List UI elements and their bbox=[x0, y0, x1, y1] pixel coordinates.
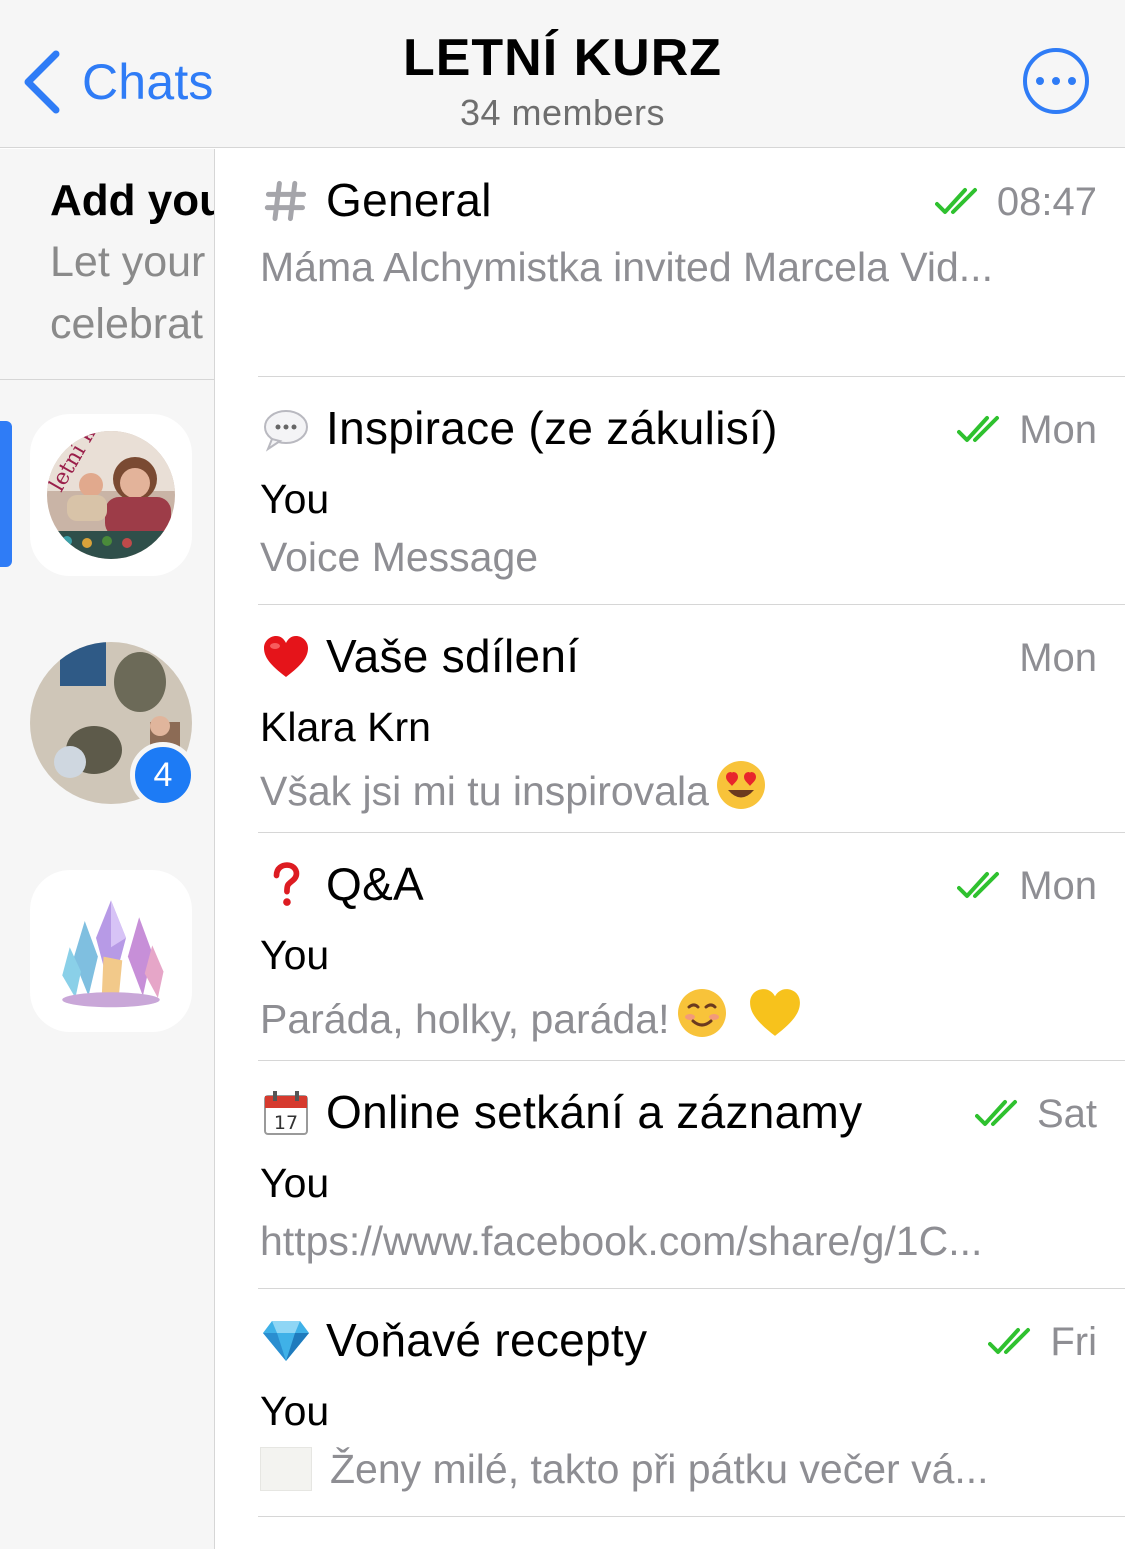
promo-banner[interactable]: Add your Let your celebrat bbox=[50, 173, 214, 353]
message-preview: Ženy milé, takto při pátku večer vá... bbox=[330, 1446, 989, 1492]
message-preview: Máma Alchymistka invited Marcela Vid... bbox=[260, 244, 993, 290]
groups-sidebar: Add your Let your celebrat letní kurz bbox=[0, 149, 215, 1549]
channel-row-online-setkani[interactable]: 17 Online setkání a záznamy Sat You http… bbox=[216, 1061, 1125, 1289]
channel-name: General bbox=[326, 174, 492, 226]
channel-row-vase-sdileni[interactable]: Vaše sdílení Mon Klara Krn Však jsi mi t… bbox=[216, 605, 1125, 833]
title-block[interactable]: LETNÍ KURZ 34 members bbox=[0, 28, 1125, 134]
read-checkmarks-icon bbox=[957, 870, 1005, 902]
heart-eyes-emoji-icon bbox=[715, 759, 767, 823]
channel-meta: Mon bbox=[957, 861, 1097, 911]
message-preview: Paráda, holky, paráda! bbox=[260, 996, 670, 1042]
question-mark-icon bbox=[260, 859, 312, 911]
channel-meta: Mon bbox=[1019, 633, 1097, 683]
channel-row-inspirace[interactable]: Inspirace (ze zákulisí) Mon You Voice Me… bbox=[216, 377, 1125, 605]
hash-icon bbox=[260, 175, 312, 227]
channel-name: Online setkání a záznamy bbox=[326, 1086, 863, 1138]
read-checkmarks-icon bbox=[957, 414, 1005, 446]
read-checkmarks-icon bbox=[934, 186, 983, 218]
page-title: LETNÍ KURZ bbox=[402, 29, 723, 87]
message-preview-line: Paráda, holky, paráda! bbox=[260, 987, 802, 1051]
ellipsis-dot bbox=[1036, 77, 1044, 85]
timestamp: 08:47 bbox=[996, 180, 1097, 224]
avatar: letní kurz bbox=[47, 431, 175, 559]
message-sender: You bbox=[260, 1160, 330, 1206]
channel-row-general[interactable]: General 08:47 Máma Alchymistka invited M… bbox=[216, 149, 1125, 377]
message-preview-line: Ženy milé, takto při pátku večer vá... bbox=[260, 1443, 989, 1495]
promo-line: celebrat bbox=[50, 300, 203, 348]
message-preview: Však jsi mi tu inspirovala bbox=[260, 768, 709, 814]
message-preview-line: Však jsi mi tu inspirovala bbox=[260, 759, 767, 823]
message-sender: You bbox=[260, 476, 330, 522]
unread-badge: 4 bbox=[130, 742, 196, 808]
message-sender: Klara Krn bbox=[260, 704, 431, 750]
group-photo-image: letní kurz bbox=[47, 431, 175, 559]
channel-row-vonave-recepty[interactable]: Voňavé recepty Fri You Ženy milé, takto … bbox=[216, 1289, 1125, 1517]
channel-name: Voňavé recepty bbox=[326, 1314, 648, 1366]
promo-title: Add your bbox=[50, 176, 214, 225]
timestamp: Mon bbox=[1019, 636, 1097, 680]
member-count: 34 members bbox=[459, 92, 666, 133]
read-checkmarks-icon bbox=[974, 1098, 1023, 1130]
nav-header: Chats LETNÍ KURZ 34 members bbox=[0, 0, 1125, 148]
active-group-indicator bbox=[0, 421, 12, 567]
gem-icon bbox=[260, 1315, 312, 1367]
svg-text:17: 17 bbox=[274, 1112, 298, 1134]
channel-meta: Mon bbox=[957, 405, 1097, 455]
group-avatar-crystals[interactable] bbox=[30, 870, 192, 1032]
divider bbox=[258, 1516, 1125, 1517]
message-sender: You bbox=[260, 1388, 330, 1434]
ellipsis-dot bbox=[1068, 77, 1076, 85]
message-sender: You bbox=[260, 932, 330, 978]
more-options-button[interactable] bbox=[1023, 48, 1089, 114]
speech-bubble-icon bbox=[260, 403, 312, 455]
divider bbox=[0, 379, 214, 380]
image-thumbnail bbox=[260, 1447, 312, 1491]
promo-line: Let your bbox=[50, 238, 206, 286]
crystal-cluster-icon bbox=[62, 900, 164, 1008]
channel-name: Vaše sdílení bbox=[326, 630, 580, 682]
yellow-heart-icon bbox=[748, 988, 802, 1050]
channel-list: General 08:47 Máma Alchymistka invited M… bbox=[216, 149, 1125, 1549]
channel-name: Q&A bbox=[326, 858, 425, 910]
channel-row-qa[interactable]: Q&A Mon You Paráda, holky, paráda! bbox=[216, 833, 1125, 1061]
channel-meta: Fri bbox=[988, 1317, 1097, 1367]
group-avatar-letni-kurz[interactable]: letní kurz bbox=[30, 414, 192, 576]
timestamp: Mon bbox=[1019, 864, 1097, 908]
read-checkmarks-icon bbox=[988, 1326, 1036, 1358]
channel-meta: Sat bbox=[974, 1089, 1097, 1139]
message-preview: Voice Message bbox=[260, 534, 539, 580]
channel-name: Inspirace (ze zákulisí) bbox=[326, 402, 778, 454]
smiling-blush-emoji-icon bbox=[676, 987, 728, 1051]
ellipsis-dot bbox=[1052, 77, 1060, 85]
timestamp: Mon bbox=[1019, 408, 1097, 452]
timestamp: Fri bbox=[1050, 1320, 1097, 1364]
calendar-icon: 17 bbox=[260, 1087, 312, 1139]
channel-meta: 08:47 bbox=[934, 177, 1097, 227]
timestamp: Sat bbox=[1036, 1092, 1097, 1136]
red-heart-icon bbox=[260, 631, 312, 683]
message-preview: https://www.facebook.com/share/g/1C... bbox=[260, 1218, 983, 1264]
